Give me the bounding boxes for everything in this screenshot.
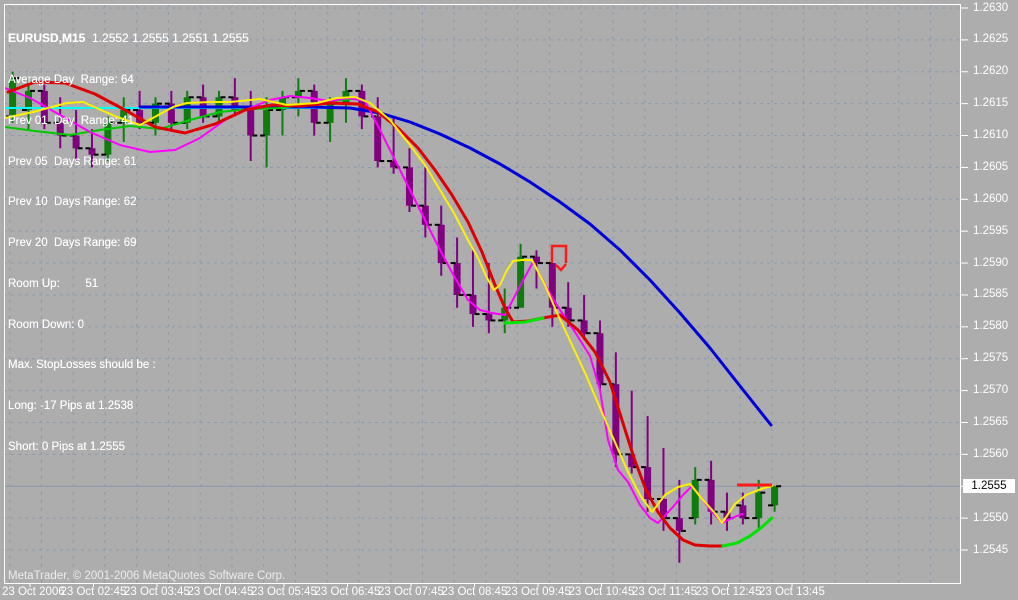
current-price-label: 1.2555 xyxy=(963,479,1015,494)
candle xyxy=(307,84,321,136)
time-tick-label: 23 Oct 02:45 xyxy=(60,586,127,598)
price-tick-label: 1.2565 xyxy=(973,415,1009,428)
candle xyxy=(768,485,782,512)
time-tick-label: 23 Oct 07:45 xyxy=(378,586,444,598)
info-line-prev20-range: Prev 20 Days Range: 69 xyxy=(8,237,137,250)
price-tick-label: 1.2630 xyxy=(973,1,1009,14)
price-tick-label: 1.2610 xyxy=(973,129,1009,142)
time-tick-label: 23 Oct 04:45 xyxy=(187,586,254,598)
info-line-room-up: Room Up: 51 xyxy=(8,277,99,290)
price-tick-label: 1.2585 xyxy=(973,288,1009,301)
price-tick-label: 1.2545 xyxy=(973,543,1009,556)
candle xyxy=(434,205,448,276)
time-tick-label: 23 Oct 13:45 xyxy=(759,586,825,598)
price-tick-label: 1.2590 xyxy=(973,256,1009,269)
candle xyxy=(720,492,734,531)
info-line-long-stop: Long: -17 Pips at 1.2538 xyxy=(8,400,134,413)
time-tick-label: 23 Oct 10:45 xyxy=(568,586,635,598)
chart-info-overlay: EURUSD,M15 1.2552 1.2555 1.2551 1.2555 A… xyxy=(8,5,249,482)
price-tick-label: 1.2580 xyxy=(973,320,1009,333)
ma-red-up-segment-end xyxy=(721,516,774,548)
price-tick-label: 1.2600 xyxy=(973,192,1009,205)
mt4-chart-window: EURUSD,M15 1.2552 1.2555 1.2551 1.2555 A… xyxy=(0,0,1018,600)
price-tick-label: 1.2595 xyxy=(973,224,1009,237)
watermark: MetaTrader, © 2001-2006 MetaQuotes Softw… xyxy=(8,570,286,582)
symbol-timeframe: EURUSD,M15 xyxy=(8,31,86,46)
info-line-prev05-range: Prev 05 Days Range: 61 xyxy=(8,155,137,168)
time-tick-label: 23 Oct 2006 xyxy=(2,586,65,598)
ohlc-readout: 1.2552 1.2555 1.2551 1.2555 xyxy=(85,31,249,46)
price-tick-label: 1.2570 xyxy=(973,384,1009,397)
time-tick-label: 23 Oct 09:45 xyxy=(505,586,571,598)
info-line-room-down: Room Down: 0 xyxy=(8,318,85,331)
time-tick-label: 23 Oct 11:45 xyxy=(632,586,697,598)
price-tick-label: 1.2575 xyxy=(973,352,1009,365)
price-tick-label: 1.2625 xyxy=(973,33,1009,46)
time-tick-label: 23 Oct 06:45 xyxy=(314,586,381,598)
chart-title: EURUSD,M15 1.2552 1.2555 1.2551 1.2555 xyxy=(8,31,249,46)
time-tick-label: 23 Oct 12:45 xyxy=(695,586,762,598)
price-tick-label: 1.2560 xyxy=(973,447,1009,460)
candle xyxy=(418,167,432,238)
price-tick-label: 1.2620 xyxy=(973,65,1009,78)
time-tick-label: 23 Oct 03:45 xyxy=(124,586,190,598)
price-tick-label: 1.2550 xyxy=(973,511,1009,524)
current-price-value: 1.2555 xyxy=(971,480,1007,493)
time-tick-label: 23 Oct 08:45 xyxy=(441,586,508,598)
candle xyxy=(466,250,480,327)
info-line-prev01-range: Prev 01 Day Range: 41 xyxy=(8,114,134,127)
candle xyxy=(641,416,655,512)
info-line-max-stoplosses: Max. StopLosses should be : xyxy=(8,359,156,372)
info-line-prev10-range: Prev 10 Days Range: 62 xyxy=(8,196,137,209)
info-line-short-stop: Short: 0 Pips at 1.2555 xyxy=(8,441,125,453)
price-tick-label: 1.2605 xyxy=(973,160,1009,173)
time-tick-label: 23 Oct 05:45 xyxy=(251,586,317,598)
info-line-avg-day-range: Average Day Range: 64 xyxy=(8,73,134,86)
price-tick-label: 1.2615 xyxy=(973,97,1009,110)
